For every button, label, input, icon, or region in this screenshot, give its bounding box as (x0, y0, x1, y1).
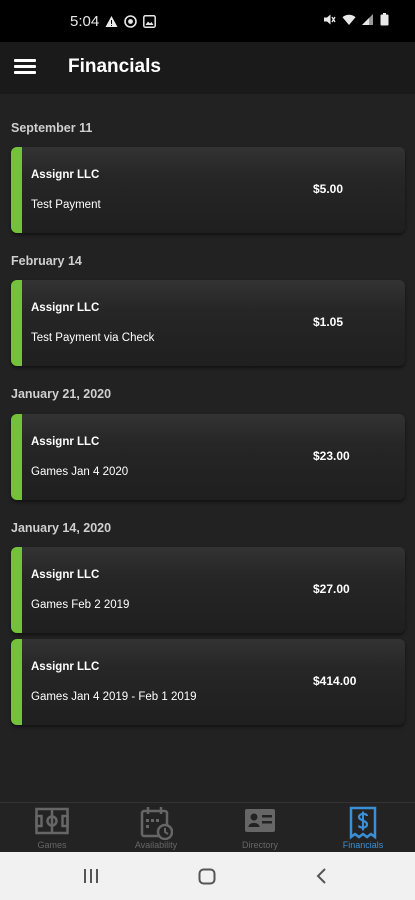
home-button[interactable] (197, 865, 217, 892)
payment-card[interactable]: Assignr LLC Games Feb 2 2019 $27.00 (11, 547, 405, 633)
tab-label: Availability (134, 840, 178, 850)
tab-availability[interactable]: Availability (104, 803, 208, 853)
back-icon (316, 868, 326, 884)
tab-directory[interactable]: Directory (208, 803, 312, 853)
payment-description: Games Jan 4 2019 - Feb 1 2019 (31, 691, 197, 703)
payment-description: Test Payment via Check (31, 332, 155, 344)
tab-label: Financials (342, 840, 384, 850)
menu-icon-line (14, 59, 36, 62)
card-accent-bar (11, 414, 22, 500)
payment-description: Games Feb 2 2019 (31, 599, 130, 611)
status-left: 5:04 (70, 13, 157, 30)
signal-icon (361, 13, 374, 26)
card-accent-bar (11, 639, 22, 725)
payment-description: Test Payment (31, 199, 101, 211)
tab-label: Games (37, 840, 67, 850)
status-right (323, 13, 393, 26)
wifi-icon (342, 13, 356, 26)
menu-icon-line (14, 71, 36, 74)
recent-apps-button[interactable] (82, 865, 100, 892)
home-icon (198, 868, 216, 885)
payment-amount: $27.00 (313, 582, 350, 596)
image-icon (143, 15, 157, 28)
payment-payer: Assignr LLC (31, 169, 100, 181)
payment-amount: $23.00 (313, 449, 350, 463)
mute-icon (323, 13, 336, 26)
payment-amount: $5.00 (313, 182, 344, 196)
card-accent-bar (11, 147, 22, 233)
recent-apps-icon (84, 869, 98, 883)
field-icon (35, 807, 69, 835)
date-header: September 11 (11, 121, 93, 135)
menu-button[interactable] (14, 56, 38, 78)
card-accent-bar (11, 280, 22, 366)
back-button[interactable] (314, 865, 330, 892)
tab-financials[interactable]: Financials (311, 803, 415, 853)
tab-games[interactable]: Games (0, 803, 104, 853)
payment-payer: Assignr LLC (31, 302, 100, 314)
status-bar: 5:04 (0, 0, 415, 42)
payment-amount: $1.05 (313, 315, 344, 329)
date-header: February 14 (11, 254, 82, 268)
bottom-nav: Games Availability Directory Financials (0, 802, 415, 852)
payment-description: Games Jan 4 2020 (31, 466, 129, 478)
payment-card[interactable]: Assignr LLC Games Jan 4 2019 - Feb 1 201… (11, 639, 405, 725)
target-icon (124, 15, 138, 28)
payment-payer: Assignr LLC (31, 436, 100, 448)
app-bar: Financials (0, 42, 415, 94)
calendar-clock-icon (140, 807, 173, 840)
menu-icon-line (14, 65, 36, 68)
system-nav-bar (0, 852, 415, 900)
payment-amount: $414.00 (313, 674, 357, 688)
date-header: January 21, 2020 (11, 387, 112, 401)
status-time: 5:04 (70, 13, 100, 30)
page-title: Financials (68, 56, 161, 77)
payment-card[interactable]: Assignr LLC Test Payment via Check $1.05 (11, 280, 405, 366)
payment-payer: Assignr LLC (31, 661, 100, 673)
tab-label: Directory (241, 840, 278, 850)
contact-card-icon (245, 809, 275, 832)
date-header: January 14, 2020 (11, 521, 112, 535)
warning-icon (105, 15, 118, 28)
receipt-dollar-icon (349, 806, 377, 840)
payment-card[interactable]: Assignr LLC Test Payment $5.00 (11, 147, 405, 233)
payment-payer: Assignr LLC (31, 569, 100, 581)
payment-card[interactable]: Assignr LLC Games Jan 4 2020 $23.00 (11, 414, 405, 500)
card-accent-bar (11, 547, 22, 633)
financials-list: September 11 Assignr LLC Test Payment $5… (0, 94, 415, 802)
battery-icon (380, 13, 393, 26)
